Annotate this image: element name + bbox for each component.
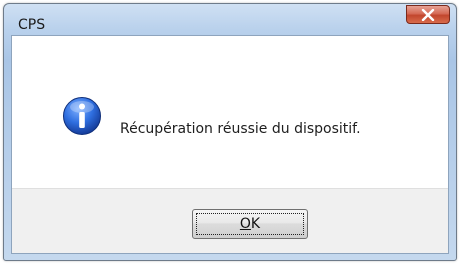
- title-bar[interactable]: CPS: [4, 4, 456, 37]
- window-title: CPS: [18, 17, 46, 33]
- close-icon: [421, 8, 435, 21]
- ok-label-rest: K: [250, 216, 261, 232]
- close-button[interactable]: [406, 5, 450, 24]
- button-bar: OK: [12, 188, 448, 253]
- message-area: Récupération réussie du dispositif.: [12, 36, 448, 188]
- ok-button[interactable]: OK: [192, 209, 308, 239]
- dialog-window: CPS Récupération réussie du dispositif. …: [3, 3, 457, 261]
- message-text: Récupération réussie du dispositif.: [120, 121, 361, 137]
- ok-button-label: OK: [240, 216, 260, 232]
- info-icon: [62, 96, 102, 136]
- ok-mnemonic: O: [239, 216, 251, 232]
- dialog-body: Récupération réussie du dispositif. OK: [11, 35, 449, 254]
